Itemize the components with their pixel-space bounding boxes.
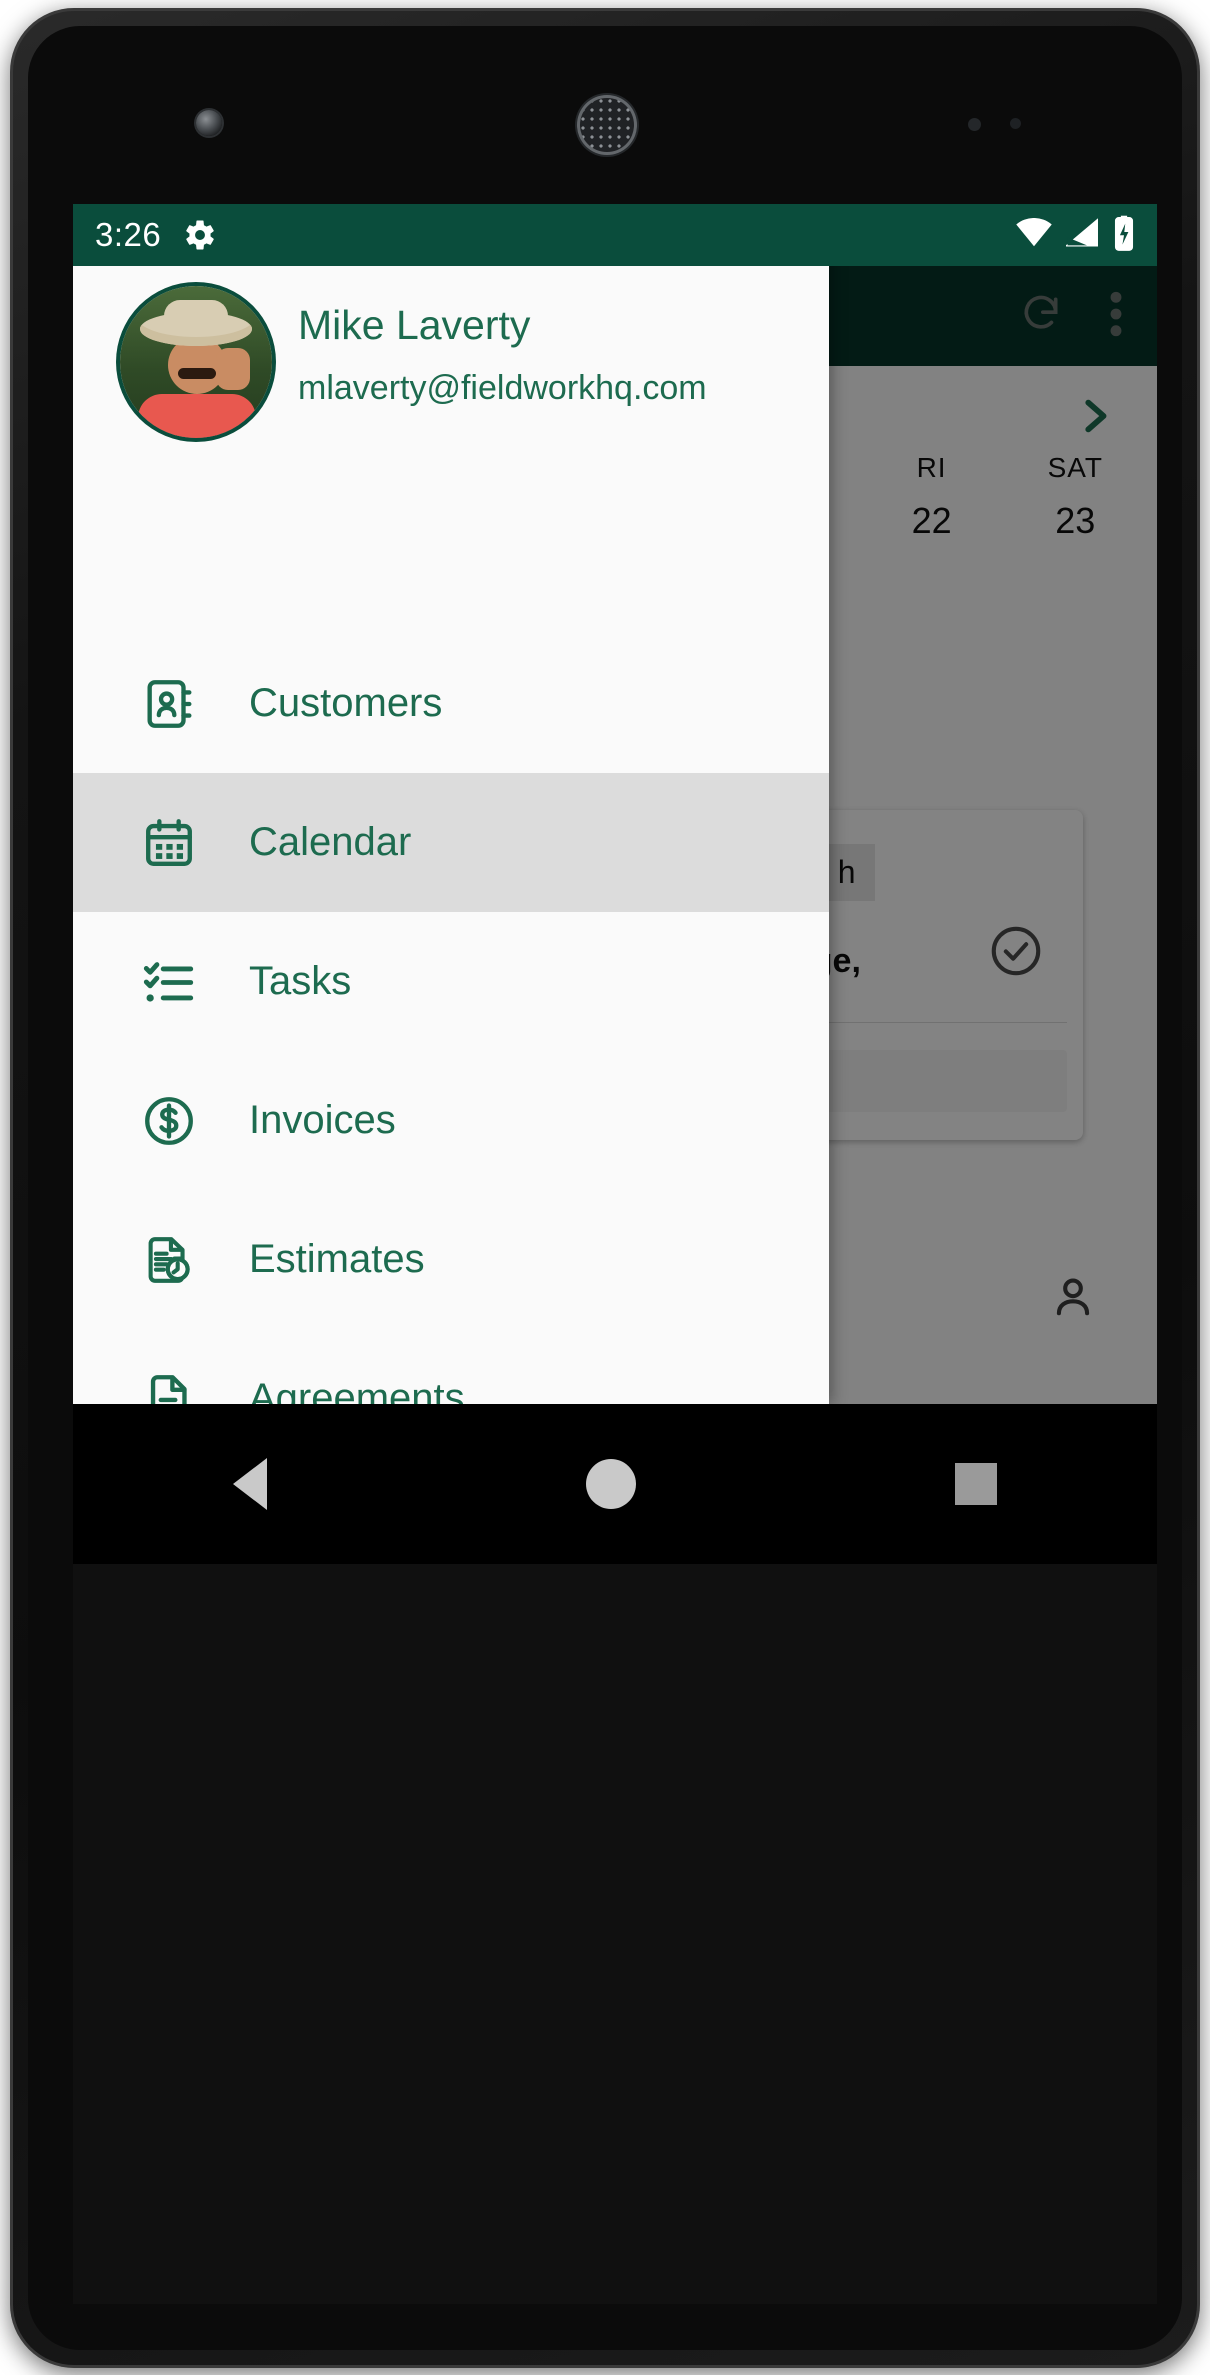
navigation-drawer: Mike Laverty mlaverty@fieldworkhq.com Cu… bbox=[73, 204, 829, 1404]
front-camera-icon bbox=[196, 110, 222, 136]
home-circle-icon[interactable] bbox=[585, 1459, 636, 1509]
sidebar-item-label: Invoices bbox=[249, 1098, 396, 1142]
checklist-icon bbox=[115, 953, 223, 1011]
sidebar-item-estimates[interactable]: Estimates bbox=[73, 1190, 829, 1329]
wifi-icon bbox=[1015, 217, 1053, 253]
phone-screen: RI 22 SAT 23 1 h dge, bbox=[73, 204, 1157, 1404]
status-clock: 3:26 bbox=[95, 216, 162, 253]
sidebar-item-label: Customers bbox=[249, 681, 443, 725]
sidebar-item-label: Estimates bbox=[249, 1237, 425, 1281]
sidebar-item-invoices[interactable]: Invoices bbox=[73, 1051, 829, 1190]
profile-name: Mike Laverty bbox=[298, 302, 531, 348]
phone-chin bbox=[73, 1564, 1157, 2304]
sidebar-item-label: Calendar bbox=[249, 820, 412, 864]
gear-icon[interactable] bbox=[183, 218, 217, 252]
status-icons bbox=[1015, 214, 1135, 257]
profile-email: mlaverty@fieldworkhq.com bbox=[298, 369, 707, 407]
sidebar-item-label: Tasks bbox=[249, 959, 352, 1003]
android-navigation-bar bbox=[73, 1404, 1157, 1564]
status-bar: 3:26 bbox=[73, 204, 1157, 266]
phone-device: RI 22 SAT 23 1 h dge, bbox=[10, 8, 1200, 2368]
drawer-header: Mike Laverty mlaverty@fieldworkhq.com bbox=[73, 204, 829, 634]
recents-square-icon[interactable] bbox=[955, 1463, 998, 1505]
sidebar-item-label: Agreements bbox=[249, 1376, 465, 1404]
light-sensor-icon bbox=[1010, 118, 1021, 129]
sidebar-item-customers[interactable]: Customers bbox=[73, 634, 829, 773]
cell-signal-icon bbox=[1064, 217, 1100, 253]
proximity-sensor-icon bbox=[968, 118, 981, 131]
calendar-icon bbox=[115, 814, 223, 872]
earpiece-speaker bbox=[580, 98, 634, 152]
back-triangle-icon[interactable] bbox=[232, 1458, 267, 1510]
document-lines-icon bbox=[115, 1370, 223, 1404]
sidebar-item-agreements[interactable]: Agreements bbox=[73, 1329, 829, 1404]
battery-charging-icon bbox=[1113, 214, 1135, 257]
sidebar-item-calendar[interactable]: Calendar bbox=[73, 773, 829, 912]
document-clock-icon bbox=[115, 1231, 223, 1289]
avatar[interactable] bbox=[120, 286, 272, 438]
sidebar-item-tasks[interactable]: Tasks bbox=[73, 912, 829, 1051]
contacts-book-icon bbox=[115, 675, 223, 733]
dollar-circle-icon bbox=[115, 1092, 223, 1150]
